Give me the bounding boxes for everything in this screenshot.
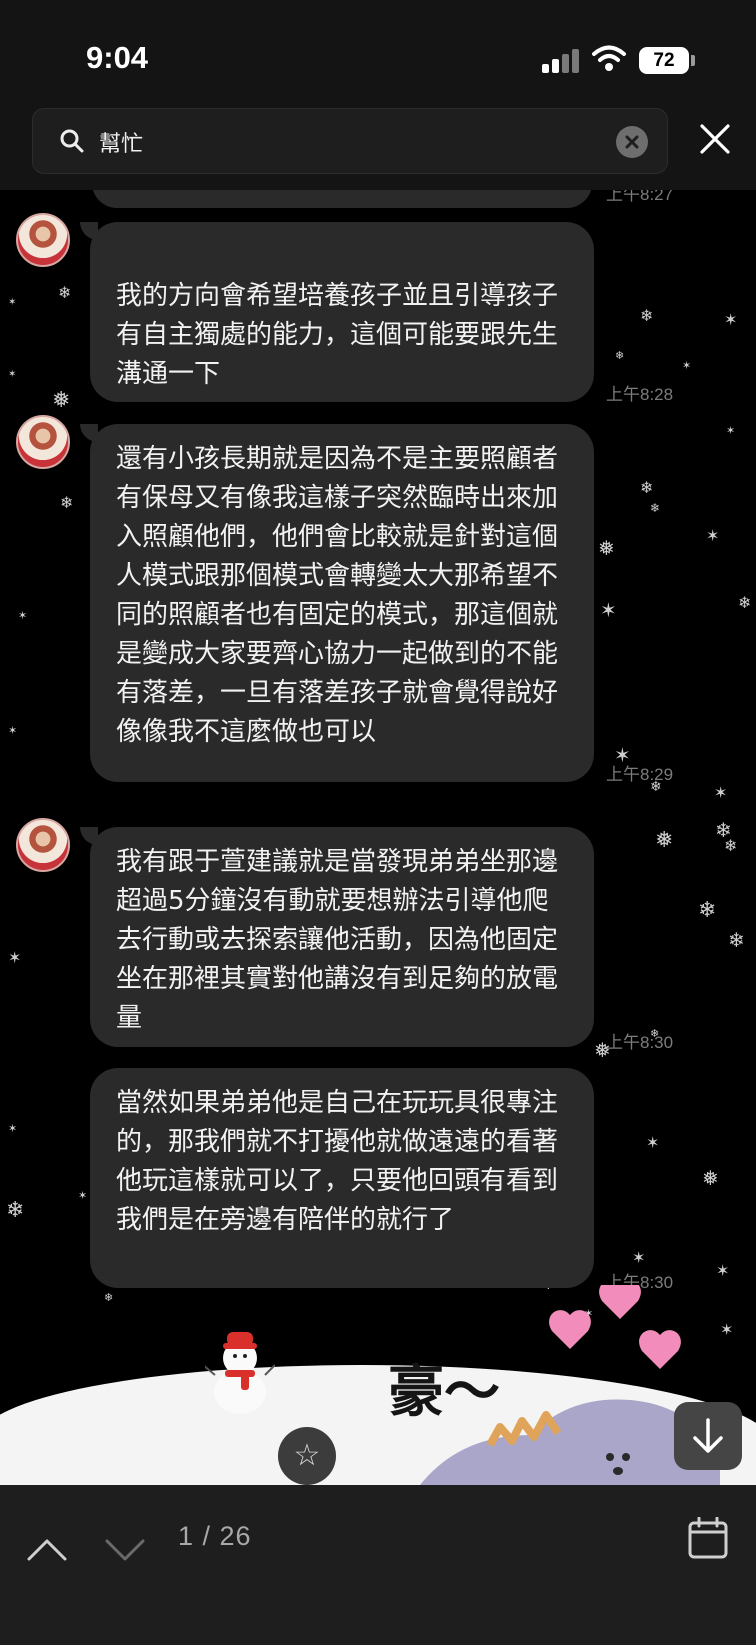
snowflake-icon: ✶ <box>706 526 720 545</box>
snowflake-icon: ❄ <box>615 349 625 362</box>
message-time: 上午8:30 <box>606 1033 674 1052</box>
search-field[interactable] <box>32 108 668 174</box>
snowflake-icon: ❄ <box>728 928 745 952</box>
snowflake-icon: ✶ <box>8 724 18 737</box>
snowman-icon <box>205 1332 275 1414</box>
snowflake-icon: ❄ <box>650 501 661 515</box>
battery-tip <box>691 55 695 66</box>
snowflake-icon: ✶ <box>8 948 22 967</box>
avatar[interactable] <box>16 818 70 872</box>
message-time: 上午8:27 <box>606 190 674 204</box>
chevron-up-icon[interactable] <box>26 1537 68 1563</box>
snowflake-icon: ❄ <box>640 306 654 325</box>
snowflake-icon: ✶ <box>646 1133 660 1152</box>
search-icon <box>60 129 84 153</box>
snowflake-icon: ❄ <box>640 478 654 497</box>
avatar[interactable] <box>16 213 70 267</box>
snowflake-icon: ❅ <box>655 828 674 853</box>
message-bubble[interactable]: 當然如果弟弟他是自己在玩玩具很專注的，那我們就不打擾他就做遠遠的看著他玩這樣就可… <box>90 1068 594 1288</box>
chat-area[interactable]: ❄ ✶ ❅ ✶ ❄ ✶ ❄ ✶ ✶ ❄ ❄ ❄ ❅ ✶ ✶ ❄ ✶ ✶ ✶ ❄ … <box>0 190 756 1485</box>
snowflake-icon: ✶ <box>8 369 17 380</box>
clear-icon[interactable] <box>616 126 648 158</box>
snowflake-icon: ❄ <box>724 836 738 855</box>
snowflake-icon: ❄ <box>6 1198 25 1223</box>
snowflake-icon: ✶ <box>714 783 728 802</box>
message-bubble[interactable]: 我的方向會希望培養孩子並且引導孩子有自主獨處的能力，這個可能要跟先生溝通一下 <box>90 222 594 402</box>
snowflake-icon: ❄ <box>104 1291 114 1304</box>
message-time: 上午8:29 <box>606 765 674 784</box>
snowflake-icon: ✶ <box>78 1189 88 1202</box>
wifi-icon <box>592 45 626 71</box>
snowflake-icon: ❄ <box>60 493 74 512</box>
message-bubble[interactable]: 還有小孩長期就是因為不是主要照顧者有保母又有像我這樣子突然臨時出來加入照顧他們，… <box>90 424 594 782</box>
message-time: 上午8:28 <box>606 385 674 404</box>
snowflake-icon: ✶ <box>682 359 692 372</box>
scroll-down-button[interactable] <box>674 1402 742 1470</box>
snowflake-icon: ❄ <box>58 283 72 302</box>
signal-icon <box>542 49 580 73</box>
avatar[interactable] <box>16 415 70 469</box>
snowflake-icon: ✶ <box>720 1320 734 1339</box>
snowflake-icon: ✶ <box>8 1122 18 1135</box>
snowflake-icon: ❅ <box>598 536 615 560</box>
status-bar: 9:04 72 <box>0 0 756 110</box>
message-bubble[interactable]: 我有跟于萱建議就是當發現弟弟坐那邊超過5分鐘沒有動就要想辦法引導他爬去行動或去探… <box>90 827 594 1047</box>
result-counter: 1 / 26 <box>178 1521 252 1551</box>
snowflake-icon: ❄ <box>738 593 752 612</box>
star-button[interactable]: ☆ <box>278 1427 336 1485</box>
snowflake-icon: ✶ <box>632 1248 646 1267</box>
snowflake-icon: ❄ <box>698 898 717 923</box>
snowflake-icon: ❅ <box>52 388 71 413</box>
snowflake-icon: ✶ <box>726 424 736 437</box>
snowflake-icon: ✶ <box>18 609 28 622</box>
snowflake-icon: ❅ <box>702 1166 719 1190</box>
star-icon: ☆ <box>293 1438 321 1473</box>
snowflake-icon: ✶ <box>8 297 17 308</box>
battery-level: 72 <box>639 47 689 74</box>
previous-message-bubble <box>92 190 592 208</box>
close-icon[interactable] <box>698 122 732 156</box>
snowflake-icon: ✶ <box>716 1261 730 1280</box>
snowflake-icon: ✶ <box>600 598 617 622</box>
calendar-icon[interactable] <box>688 1517 728 1559</box>
bottom-bar: 1 / 26 <box>0 1485 756 1645</box>
status-time: 9:04 <box>86 40 149 75</box>
snowflake-icon: ✶ <box>724 310 738 329</box>
arrow-down-icon <box>693 1418 723 1453</box>
chevron-down-icon[interactable] <box>104 1537 146 1563</box>
search-input[interactable] <box>97 123 581 161</box>
